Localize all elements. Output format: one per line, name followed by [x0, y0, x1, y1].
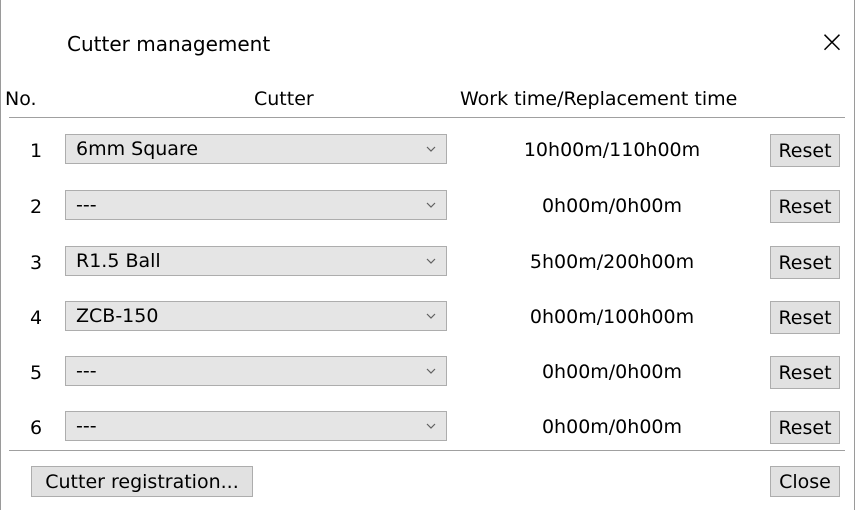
- cutter-select-2[interactable]: ---: [65, 190, 447, 220]
- cutter-select-6[interactable]: ---: [65, 411, 447, 441]
- close-button[interactable]: Close: [770, 466, 840, 497]
- row-number: 5: [30, 362, 43, 384]
- column-header-work-time: Work time/Replacement time: [460, 88, 738, 110]
- cutter-row-6: 6 --- 0h00m/0h00m Reset: [1, 398, 854, 454]
- column-header-cutter: Cutter: [254, 88, 314, 110]
- work-replacement-time: 5h00m/200h00m: [529, 251, 695, 273]
- row-number: 1: [30, 140, 43, 162]
- title-bar: Cutter management ×: [1, 0, 854, 86]
- row-number: 4: [30, 307, 43, 329]
- reset-button-3[interactable]: Reset: [770, 246, 840, 279]
- work-replacement-time: 0h00m/0h00m: [541, 361, 683, 383]
- column-header-no: No.: [5, 88, 37, 110]
- cutter-select-value: ---: [76, 360, 97, 382]
- cutter-select-value: ---: [76, 194, 97, 216]
- row-number: 3: [30, 252, 43, 274]
- close-icon[interactable]: ×: [817, 24, 847, 60]
- cutter-row-2: 2 --- 0h00m/0h00m Reset: [1, 177, 854, 233]
- chevron-down-icon: [426, 423, 436, 429]
- cutter-select-5[interactable]: ---: [65, 356, 447, 386]
- chevron-down-icon: [426, 146, 436, 152]
- reset-button-1[interactable]: Reset: [770, 134, 840, 167]
- cutter-select-value: R1.5 Ball: [76, 250, 161, 272]
- cutter-management-dialog: Cutter management × No. Cutter Work time…: [0, 0, 855, 510]
- row-number: 6: [30, 417, 43, 439]
- chevron-down-icon: [426, 258, 436, 264]
- header-divider: [9, 117, 845, 118]
- chevron-down-icon: [426, 368, 436, 374]
- reset-button-2[interactable]: Reset: [770, 190, 840, 223]
- cutter-select-value: 6mm Square: [76, 138, 199, 160]
- reset-button-5[interactable]: Reset: [770, 356, 840, 389]
- cutter-select-1[interactable]: 6mm Square: [65, 134, 447, 164]
- cutter-row-3: 3 R1.5 Ball 5h00m/200h00m Reset: [1, 233, 854, 289]
- row-number: 2: [30, 196, 43, 218]
- cutter-row-5: 5 --- 0h00m/0h00m Reset: [1, 343, 854, 399]
- cutter-row-4: 4 ZCB-150 0h00m/100h00m Reset: [1, 288, 854, 344]
- cutter-row-1: 1 6mm Square 10h00m/110h00m Reset: [1, 121, 854, 177]
- footer-divider: [9, 450, 845, 451]
- work-replacement-time: 10h00m/110h00m: [523, 139, 701, 161]
- reset-button-6[interactable]: Reset: [770, 411, 840, 444]
- chevron-down-icon: [426, 202, 436, 208]
- cutter-select-value: ---: [76, 415, 97, 437]
- work-replacement-time: 0h00m/0h00m: [541, 195, 683, 217]
- work-replacement-time: 0h00m/100h00m: [529, 306, 695, 328]
- work-replacement-time: 0h00m/0h00m: [541, 416, 683, 438]
- chevron-down-icon: [426, 313, 436, 319]
- reset-button-4[interactable]: Reset: [770, 301, 840, 334]
- cutter-select-4[interactable]: ZCB-150: [65, 301, 447, 331]
- cutter-select-value: ZCB-150: [76, 305, 159, 327]
- cutter-select-3[interactable]: R1.5 Ball: [65, 246, 447, 276]
- dialog-title: Cutter management: [67, 32, 271, 56]
- cutter-registration-button[interactable]: Cutter registration...: [31, 466, 253, 497]
